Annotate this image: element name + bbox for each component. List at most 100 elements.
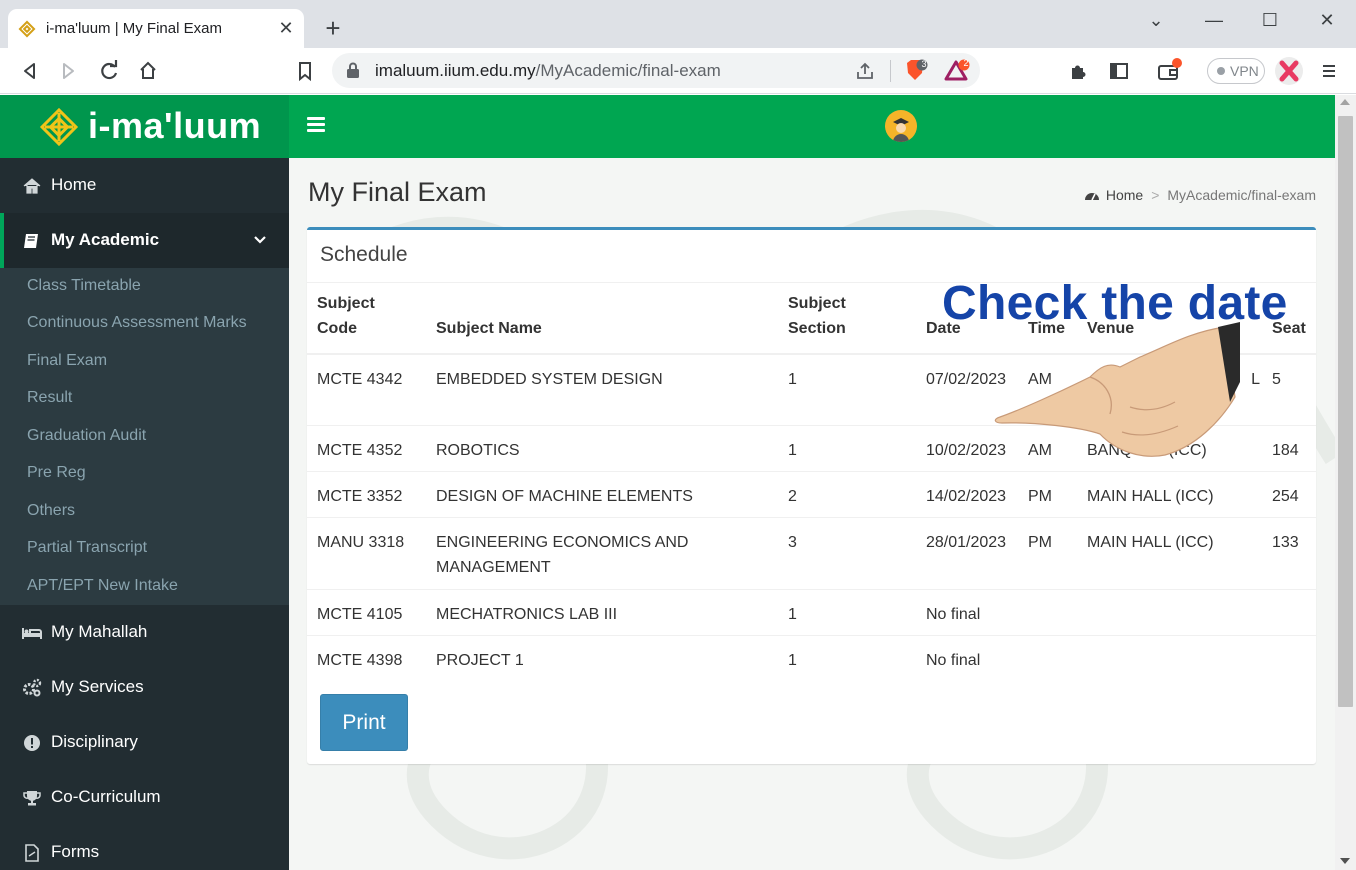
cell-seat: 5	[1262, 353, 1316, 425]
brave-shields-badge: 3	[921, 59, 927, 69]
cell-date: 28/01/2023	[916, 516, 1018, 589]
submenu-others[interactable]: Others	[27, 502, 75, 520]
sidebar-item-my-mahallah[interactable]: My Mahallah	[0, 605, 289, 660]
url-text: imaluum.iium.edu.my/MyAcademic/final-exa…	[375, 61, 721, 80]
print-button[interactable]: Print	[320, 694, 408, 751]
logo-text: i-ma'luum	[88, 105, 262, 146]
table-row: MANU 3318 ENGINEERING ECONOMICS AND MANA…	[307, 516, 1316, 589]
submenu-graduation-audit[interactable]: Graduation Audit	[27, 427, 146, 445]
cell-name: DESIGN OF MACHINE ELEMENTS	[426, 470, 778, 517]
address-bar[interactable]: imaluum.iium.edu.my/MyAcademic/final-exa…	[332, 53, 980, 88]
pointing-hand-icon	[994, 322, 1240, 457]
cell-date: No final	[916, 634, 1316, 681]
sidebar-item-my-services[interactable]: My Services	[0, 660, 289, 715]
sidebar-item-disciplinary[interactable]: Disciplinary	[0, 715, 289, 770]
schedule-title: Schedule	[320, 243, 408, 266]
academic-submenu: Class Timetable Continuous Assessment Ma…	[0, 268, 289, 605]
cell-section: 2	[778, 470, 916, 517]
tab-search-icon[interactable]: ⌄	[1136, 6, 1176, 34]
trophy-icon	[23, 791, 41, 806]
cell-time: PM	[1018, 470, 1077, 517]
table-row: MCTE 3352 DESIGN OF MACHINE ELEMENTS 2 1…	[307, 470, 1316, 517]
submenu-apt-ept-new-intake[interactable]: APT/EPT New Intake	[27, 577, 178, 595]
sidebar-item-my-academic[interactable]: My Academic	[0, 213, 289, 268]
minimize-button[interactable]: —	[1194, 6, 1234, 34]
menu-icon[interactable]	[1315, 57, 1343, 85]
cell-code: MCTE 3352	[307, 470, 426, 517]
extensions-icon[interactable]	[1064, 57, 1092, 85]
bookmark-icon[interactable]	[291, 57, 319, 85]
cell-name: ENGINEERING ECONOMICS AND MANAGEMENT	[426, 516, 778, 589]
cell-date: No final	[916, 588, 1316, 635]
cell-section: 3	[778, 516, 916, 589]
sidebar-item-label: Co-Curriculum	[51, 787, 161, 806]
scroll-up-arrow-icon[interactable]	[1340, 99, 1350, 105]
submenu-continuous-assessment-marks[interactable]: Continuous Assessment Marks	[27, 314, 247, 332]
browser-tab[interactable]: i-ma'luum | My Final Exam ✕	[8, 9, 304, 48]
top-navbar	[289, 95, 1335, 158]
sidebar-item-forms[interactable]: Forms	[0, 825, 289, 870]
sidebar-item-label: My Mahallah	[51, 622, 148, 641]
submenu-result[interactable]: Result	[27, 389, 72, 407]
brave-rewards-badge: 2	[963, 58, 969, 68]
cell-time: PM	[1018, 516, 1077, 589]
page-viewport: i-ma'luum Home My Academic Class Timetab…	[0, 95, 1335, 870]
profile-icon[interactable]	[1274, 56, 1304, 86]
cell-name: PROJECT 1	[426, 634, 778, 681]
maximize-button[interactable]: ☐	[1250, 6, 1290, 34]
wallet-icon[interactable]	[1155, 57, 1183, 85]
cell-name: ROBOTICS	[426, 424, 778, 471]
submenu-class-timetable[interactable]: Class Timetable	[27, 277, 141, 295]
chevron-down-icon	[254, 236, 266, 244]
cell-name: EMBEDDED SYSTEM DESIGN	[426, 353, 778, 425]
cell-code: MCTE 4342	[307, 353, 426, 425]
user-avatar[interactable]	[885, 110, 917, 142]
omnibox-divider	[890, 60, 891, 82]
vpn-button[interactable]: VPN	[1207, 58, 1265, 84]
cell-section: 1	[778, 424, 916, 471]
page-scrollbar[interactable]	[1335, 95, 1356, 870]
forward-icon[interactable]	[54, 57, 82, 85]
logo-area[interactable]: i-ma'luum	[0, 95, 289, 158]
scrollbar-thumb[interactable]	[1338, 116, 1353, 707]
cell-section: 1	[778, 353, 916, 425]
home-browser-icon[interactable]	[134, 57, 162, 85]
cell-code: MANU 3318	[307, 516, 426, 589]
lock-icon	[347, 62, 359, 78]
hamburger-menu-icon[interactable]	[307, 117, 325, 133]
sidebar: i-ma'luum Home My Academic Class Timetab…	[0, 95, 289, 870]
imaluum-logo-icon	[39, 107, 79, 147]
header-subject-code: Subject Code	[307, 283, 426, 355]
header-subject-name: Subject Name	[426, 283, 778, 355]
cogs-icon	[23, 678, 42, 697]
sidebar-item-co-curriculum[interactable]: Co-Curriculum	[0, 770, 289, 825]
cell-seat: 133	[1262, 516, 1316, 589]
back-icon[interactable]	[16, 57, 44, 85]
cell-code: MCTE 4352	[307, 424, 426, 471]
cell-code: MCTE 4105	[307, 588, 426, 635]
sidebar-item-label: Disciplinary	[51, 732, 138, 751]
cell-venue: MAIN HALL (ICC)	[1077, 470, 1262, 517]
home-icon	[23, 178, 41, 194]
file-icon	[25, 844, 39, 862]
breadcrumb-home[interactable]: Home	[1106, 187, 1143, 203]
scroll-down-arrow-icon[interactable]	[1340, 858, 1350, 864]
breadcrumb: Home > MyAcademic/final-exam	[1084, 187, 1316, 203]
cell-section: 1	[778, 588, 916, 635]
new-tab-button[interactable]: +	[318, 14, 348, 44]
cell-venue: MAIN HALL (ICC)	[1077, 516, 1262, 589]
sidebar-toggle-icon[interactable]	[1105, 57, 1133, 85]
header-subject-section: Subject Section	[778, 283, 916, 355]
browser-tab-strip: i-ma'luum | My Final Exam ✕ + ⌄ — ☐ ✕	[0, 0, 1356, 48]
sidebar-item-home[interactable]: Home	[0, 158, 289, 213]
submenu-final-exam[interactable]: Final Exam	[27, 352, 107, 370]
close-window-button[interactable]: ✕	[1307, 6, 1347, 34]
tab-title: i-ma'luum | My Final Exam	[46, 20, 222, 37]
tab-close-icon[interactable]: ✕	[276, 17, 296, 39]
submenu-partial-transcript[interactable]: Partial Transcript	[27, 539, 147, 557]
book-icon	[24, 234, 38, 248]
reload-icon[interactable]	[95, 57, 123, 85]
submenu-pre-reg[interactable]: Pre Reg	[27, 464, 86, 482]
breadcrumb-separator: >	[1151, 187, 1160, 203]
share-icon[interactable]	[854, 60, 876, 82]
